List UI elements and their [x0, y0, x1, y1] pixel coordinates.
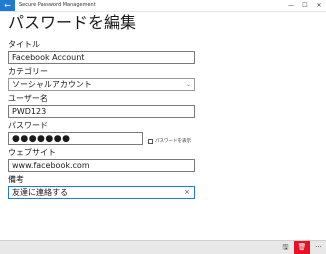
delete-button[interactable]: 🗑 [294, 241, 310, 254]
category-select-value: ソーシャルアカウント [12, 80, 92, 89]
command-bar: 🖫 🗑 ··· [0, 240, 326, 254]
clear-x-icon[interactable]: × [184, 187, 190, 198]
note-label: 備考 [8, 175, 24, 184]
website-label: ウェブサイト [8, 148, 56, 157]
back-arrow-icon: ← [4, 1, 11, 10]
title-label: タイトル [8, 40, 40, 49]
show-password-checkbox[interactable]: パスワードを表示 [148, 138, 191, 144]
chevron-down-icon: ⌄ [185, 81, 191, 88]
more-button[interactable]: ··· [311, 241, 326, 254]
website-input[interactable]: www.facebook.com [8, 159, 195, 172]
minimize-button[interactable]: — [284, 0, 298, 11]
maximize-button[interactable]: ☐ [298, 0, 312, 11]
title-bar: ← Secure Password Management — ☐ ✕ [0, 0, 326, 12]
back-button[interactable]: ← [0, 0, 15, 11]
category-select[interactable]: ソーシャルアカウント ⌄ [8, 78, 195, 91]
category-label: カテゴリー [8, 67, 48, 76]
password-label: パスワード [8, 121, 48, 130]
more-icon: ··· [315, 243, 322, 251]
trash-icon: 🗑 [297, 243, 307, 251]
checkbox-box[interactable] [148, 138, 153, 144]
note-input[interactable]: 友達に連絡する × [8, 186, 195, 199]
app-title: Secure Password Management [19, 2, 96, 8]
username-input[interactable]: PWD123 [8, 105, 195, 118]
password-input-value: ●●●●●●● [12, 134, 71, 144]
username-input-value: PWD123 [12, 107, 47, 116]
note-input-value: 友達に連絡する [12, 188, 68, 197]
window-controls: — ☐ ✕ [284, 0, 326, 11]
password-input[interactable]: ●●●●●●● [8, 132, 143, 145]
show-password-label: パスワードを表示 [155, 139, 191, 144]
save-icon: 🖫 [282, 243, 289, 251]
username-label: ユーザー名 [8, 94, 48, 103]
save-button[interactable]: 🖫 [277, 241, 294, 254]
title-input-value: Facebook Account [12, 53, 85, 62]
close-button[interactable]: ✕ [312, 0, 326, 11]
title-input[interactable]: Facebook Account [8, 51, 195, 64]
page-title: パスワードを編集 [8, 13, 137, 32]
website-input-value: www.facebook.com [12, 161, 90, 170]
